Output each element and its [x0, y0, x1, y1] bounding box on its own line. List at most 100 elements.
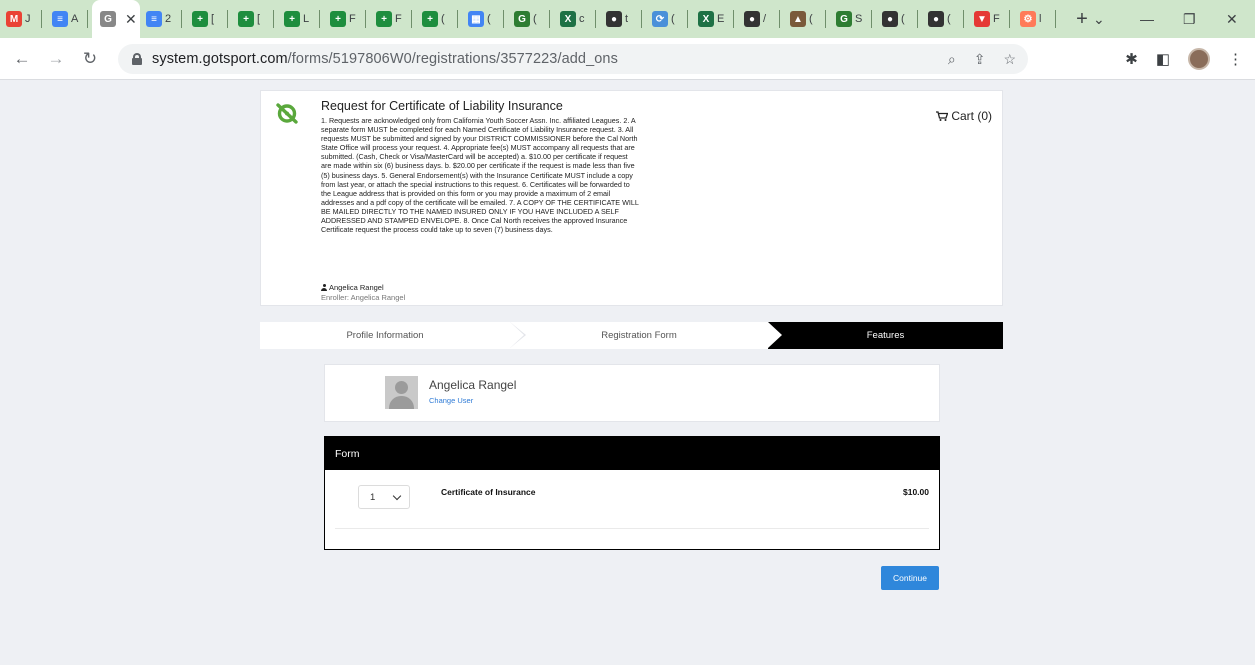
- browser-tab[interactable]: +[: [232, 0, 278, 38]
- cart-label[interactable]: Cart (0): [951, 109, 992, 123]
- tab-title[interactable]: (: [671, 13, 683, 25]
- quantity-value[interactable]: 1: [370, 492, 375, 503]
- tab-separator: [319, 10, 320, 28]
- globe-icon: ●: [744, 11, 760, 27]
- profile-avatar[interactable]: [1188, 48, 1210, 70]
- form-addons-card: Form 1 Certificate of Insurance $10.00: [324, 436, 940, 550]
- tab-title[interactable]: 2: [165, 13, 177, 25]
- back-icon[interactable]: ←: [8, 49, 36, 69]
- browser-tab[interactable]: ● /: [738, 0, 784, 38]
- excel-icon: X: [698, 11, 714, 27]
- browser-tab[interactable]: Xc: [554, 0, 600, 38]
- mountain-icon: ▲: [790, 11, 806, 27]
- browser-tab[interactable]: ●(: [876, 0, 922, 38]
- reload-icon[interactable]: ↻: [76, 49, 104, 69]
- browser-tab[interactable]: ●(: [922, 0, 968, 38]
- user-icon: [321, 284, 327, 291]
- step-registration-form[interactable]: Registration Form: [510, 322, 768, 349]
- tab-title[interactable]: (: [901, 13, 913, 25]
- url-text[interactable]: system.gotsport.com/forms/5197806W0/regi…: [152, 51, 618, 67]
- tab-title[interactable]: (: [947, 13, 959, 25]
- tab-title[interactable]: t: [625, 13, 637, 25]
- tab-separator: [549, 10, 550, 28]
- browser-tab[interactable]: ▼ F: [968, 0, 1014, 38]
- tab-title[interactable]: J: [25, 13, 37, 25]
- extensions-puzzle-icon[interactable]: ✱: [1125, 50, 1138, 68]
- browser-tab[interactable]: + F: [324, 0, 370, 38]
- tab-title[interactable]: (: [441, 13, 453, 25]
- tab-separator: [641, 10, 642, 28]
- close-window-icon[interactable]: ✕: [1226, 0, 1238, 38]
- chevron-down-icon[interactable]: [392, 491, 402, 501]
- address-bar[interactable]: system.gotsport.com/forms/5197806W0/regi…: [118, 44, 1028, 74]
- tab-title[interactable]: A: [71, 13, 83, 25]
- browser-tab[interactable]: + L: [278, 0, 324, 38]
- browser-tab[interactable]: + F: [370, 0, 416, 38]
- browser-tab[interactable]: G(: [508, 0, 554, 38]
- browser-tab[interactable]: XE: [692, 0, 738, 38]
- docs-icon: ≡: [52, 11, 68, 27]
- close-tab-icon[interactable]: ✕: [125, 11, 137, 28]
- tab-title[interactable]: /: [763, 13, 775, 25]
- form-owner-name: Angelica Rangel: [329, 283, 384, 292]
- tab-search-icon[interactable]: ⌄: [1093, 0, 1105, 38]
- browser-tab[interactable]: GS: [830, 0, 876, 38]
- tab-title[interactable]: (: [533, 13, 545, 25]
- tab-separator: [1055, 10, 1056, 28]
- sheets-plus-icon: +: [422, 11, 438, 27]
- tab-title[interactable]: F: [349, 13, 361, 25]
- forward-icon[interactable]: →: [42, 49, 70, 69]
- browser-tab[interactable]: +[: [186, 0, 232, 38]
- share-icon[interactable]: ⇪: [974, 51, 986, 68]
- browser-tab[interactable]: ▦(: [462, 0, 508, 38]
- menu-kebab-icon[interactable]: ⋮: [1228, 50, 1243, 68]
- browser-tab[interactable]: ⟳(: [646, 0, 692, 38]
- bookmark-star-icon[interactable]: ☆: [1003, 51, 1016, 68]
- browser-tab[interactable]: GG✕: [92, 0, 140, 38]
- zoom-icon[interactable]: ⌕: [948, 51, 956, 68]
- sheets-plus-icon: +: [330, 11, 346, 27]
- step-profile-information[interactable]: Profile Information: [260, 322, 510, 349]
- continue-button[interactable]: Continue: [881, 566, 939, 590]
- tab-title[interactable]: c: [579, 13, 591, 25]
- step-features[interactable]: Features: [768, 322, 1003, 349]
- quantity-select[interactable]: 1: [358, 485, 410, 509]
- tab-title[interactable]: [: [257, 13, 269, 25]
- tab-separator: [963, 10, 964, 28]
- tab-title[interactable]: l: [1039, 13, 1051, 25]
- browser-tab[interactable]: ≡ A: [46, 0, 92, 38]
- change-user-link[interactable]: Change User: [429, 396, 473, 405]
- browser-tab[interactable]: MJ: [0, 0, 46, 38]
- tab-title[interactable]: (: [487, 13, 499, 25]
- user-avatar: [385, 376, 418, 409]
- tab-title[interactable]: [: [211, 13, 223, 25]
- browser-tab[interactable]: ● t: [600, 0, 646, 38]
- tab-separator: [365, 10, 366, 28]
- tab-separator: [273, 10, 274, 28]
- globe-icon: ●: [606, 11, 622, 27]
- tab-title[interactable]: F: [993, 13, 1005, 25]
- tab-title[interactable]: (: [809, 13, 821, 25]
- tab-title[interactable]: S: [855, 13, 867, 25]
- browser-tab[interactable]: ⚙ l: [1014, 0, 1060, 38]
- tab-separator: [227, 10, 228, 28]
- side-panel-icon[interactable]: ◧: [1156, 50, 1170, 68]
- minimize-icon[interactable]: —: [1140, 0, 1154, 38]
- new-tab-button[interactable]: +: [1070, 8, 1094, 31]
- tab-title[interactable]: L: [303, 13, 315, 25]
- tab-title[interactable]: F: [395, 13, 407, 25]
- lock-icon[interactable]: [132, 53, 142, 65]
- step-arrow: [510, 322, 524, 348]
- tab-title[interactable]: E: [717, 13, 729, 25]
- tab-separator: [595, 10, 596, 28]
- cart-link[interactable]: Cart (0): [936, 109, 992, 123]
- tab-separator: [87, 10, 88, 28]
- restore-icon[interactable]: ❐: [1183, 0, 1196, 38]
- tab-separator: [411, 10, 412, 28]
- form-owner: Angelica Rangel: [321, 283, 384, 292]
- browser-tab[interactable]: ▲(: [784, 0, 830, 38]
- globe-icon: ●: [882, 11, 898, 27]
- browser-tab[interactable]: ≡ 2: [140, 0, 186, 38]
- tab-separator: [871, 10, 872, 28]
- browser-tab[interactable]: +(: [416, 0, 462, 38]
